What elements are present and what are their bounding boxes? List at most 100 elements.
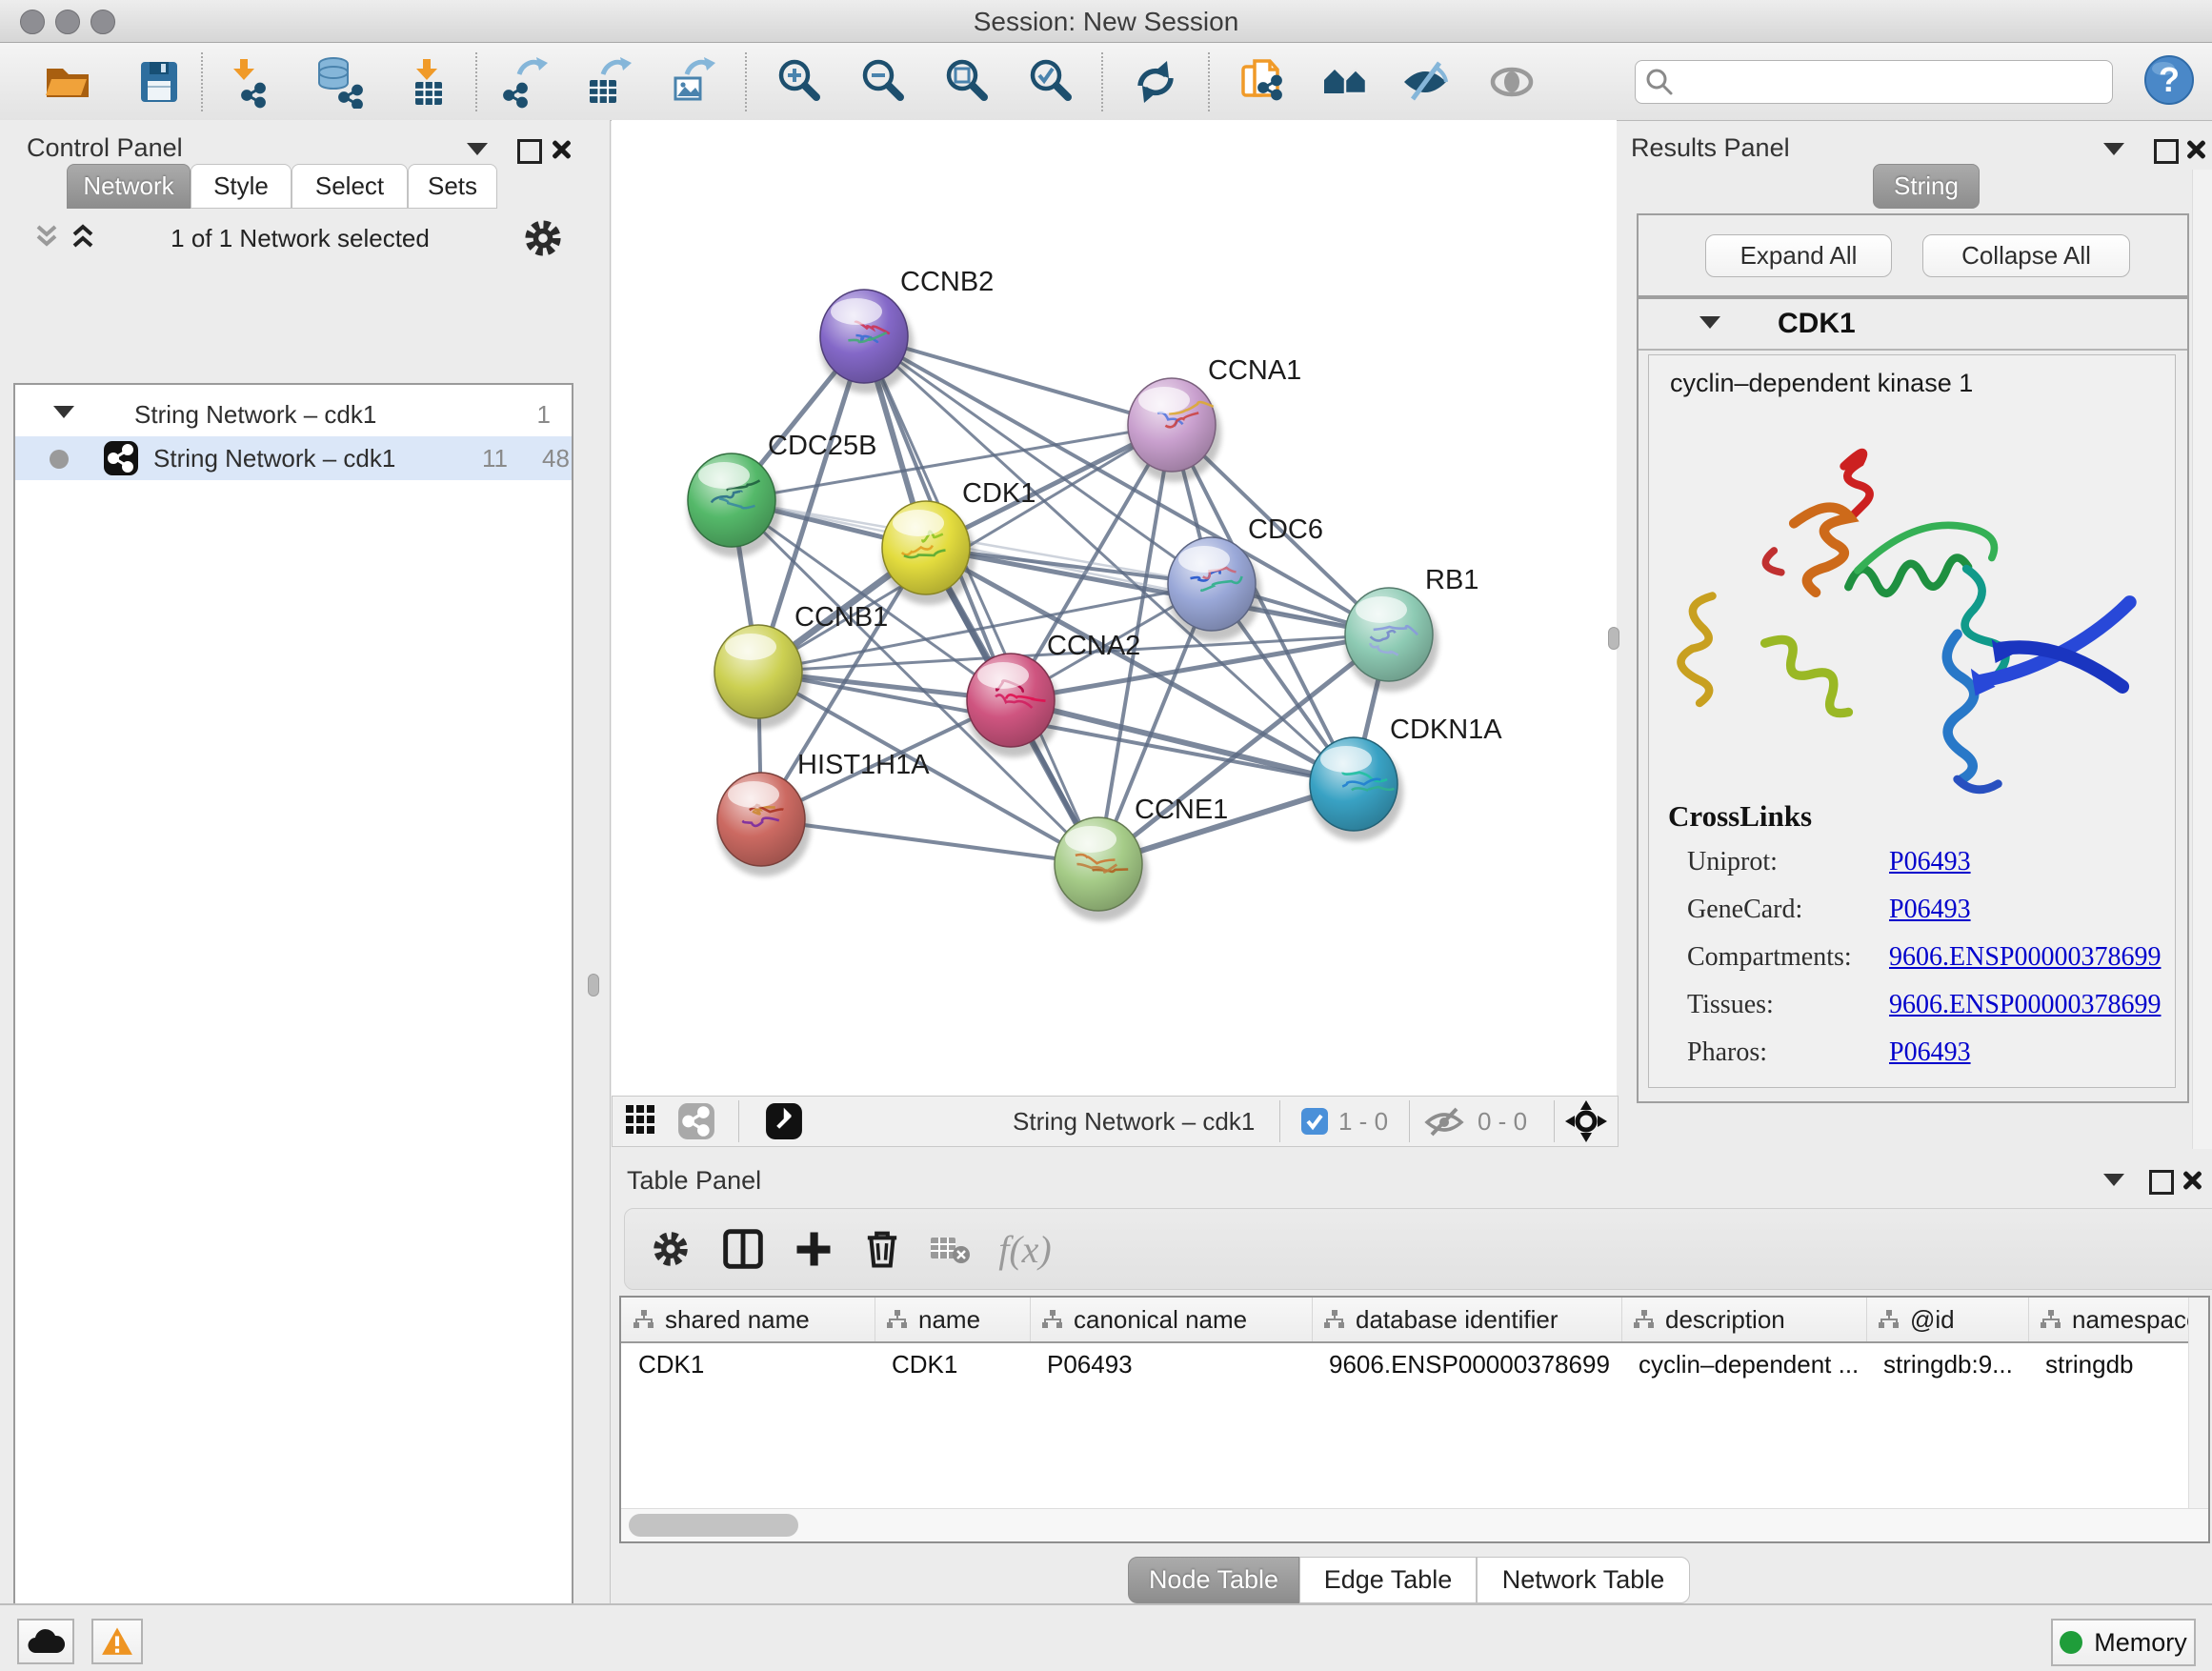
table-panel-menu-icon[interactable] xyxy=(2103,1174,2124,1191)
delete-table-icon[interactable] xyxy=(922,1222,979,1276)
column-header-canonical-name[interactable]: canonical name xyxy=(1030,1298,1313,1341)
search-input[interactable] xyxy=(1679,65,2102,99)
add-column-icon[interactable] xyxy=(785,1222,842,1276)
function-builder-icon[interactable]: f(x) xyxy=(996,1222,1054,1276)
tab-sets[interactable]: Sets xyxy=(408,164,497,209)
first-neighbors-icon[interactable] xyxy=(1318,54,1374,110)
crosslink-value[interactable]: P06493 xyxy=(1889,847,1971,877)
import-network-from-file-icon[interactable] xyxy=(220,54,275,110)
network-node-CDC25B[interactable] xyxy=(688,453,781,557)
tab-node-table[interactable]: Node Table xyxy=(1128,1557,1299,1603)
gene-section-header[interactable]: CDK1 xyxy=(1639,299,2187,351)
expand-all-icon[interactable] xyxy=(69,223,97,253)
export-image-icon[interactable] xyxy=(667,54,722,110)
zoom-fit-content-icon[interactable] xyxy=(941,54,996,110)
toolbar-search xyxy=(1635,60,2113,104)
zoom-in-icon[interactable] xyxy=(774,54,829,110)
crosslink-label: Compartments: xyxy=(1687,942,1889,973)
apply-preferred-layout-icon[interactable] xyxy=(1128,54,1183,110)
column-header-namespace[interactable]: namespace xyxy=(2028,1298,2210,1341)
hide-selected-icon[interactable] xyxy=(1398,54,1454,110)
collapse-all-button[interactable]: Collapse All xyxy=(1922,234,2130,277)
main-toolbar: ? xyxy=(0,43,2212,121)
network-edge xyxy=(761,819,1098,864)
column-header-shared-name[interactable]: shared name xyxy=(621,1298,875,1341)
network-node-CDKN1A[interactable] xyxy=(1310,737,1403,841)
tab-edge-table[interactable]: Edge Table xyxy=(1299,1557,1477,1603)
expand-all-button[interactable]: Expand All xyxy=(1705,234,1892,277)
control-panel-float-icon[interactable] xyxy=(517,139,542,169)
control-panel-menu-icon[interactable] xyxy=(467,143,488,160)
vertical-splitter-handle[interactable] xyxy=(588,974,599,997)
tab-string[interactable]: String xyxy=(1873,164,1980,209)
cloud-button[interactable] xyxy=(17,1619,74,1664)
column-header-description[interactable]: description xyxy=(1621,1298,1867,1341)
save-session-icon[interactable] xyxy=(131,54,187,110)
tab-network-table[interactable]: Network Table xyxy=(1477,1557,1690,1603)
control-panel-close-icon[interactable] xyxy=(551,139,572,165)
zoom-out-icon[interactable] xyxy=(857,54,913,110)
tree-row-collection[interactable]: String Network – cdk1 1 xyxy=(15,393,572,436)
app-window: Session: New Session xyxy=(0,0,2212,1671)
table-hscrollbar[interactable] xyxy=(621,1508,2208,1541)
crosslink-value[interactable]: 9606.ENSP00000378699 xyxy=(1889,990,2161,1020)
selected-checkbox-icon[interactable] xyxy=(1300,1107,1329,1136)
tab-style[interactable]: Style xyxy=(191,164,292,209)
network-node-HIST1H1A[interactable] xyxy=(717,773,811,876)
import-network-from-database-icon[interactable] xyxy=(312,54,367,110)
open-in-window-icon[interactable] xyxy=(765,1102,803,1140)
fit-selected-crosshair-icon[interactable] xyxy=(1563,1098,1609,1144)
collapse-section-icon[interactable] xyxy=(1699,316,1720,329)
results-panel-close-icon[interactable] xyxy=(2185,139,2206,165)
help-button[interactable]: ? xyxy=(2142,52,2197,108)
crosslink-row: Pharos: P06493 xyxy=(1687,1037,2163,1068)
results-panel-menu-icon[interactable] xyxy=(2103,143,2124,160)
table-panel-float-icon[interactable] xyxy=(2149,1170,2174,1199)
network-node-CCNB1[interactable] xyxy=(714,625,808,729)
network-share-icon[interactable] xyxy=(677,1102,715,1140)
export-table-icon[interactable] xyxy=(583,54,638,110)
network-node-CCNA1[interactable] xyxy=(1128,378,1221,482)
table-panel: Table Panel xyxy=(612,1149,2212,1616)
export-network-icon[interactable] xyxy=(499,54,554,110)
network-node-count: 11 xyxy=(482,444,508,473)
network-node-CCNB2[interactable] xyxy=(820,290,914,393)
gene-section: CDK1 cyclin–dependent kinase 1 xyxy=(1637,297,2189,1103)
results-panel-float-icon[interactable] xyxy=(2154,139,2179,169)
network-node-RB1[interactable] xyxy=(1345,588,1438,692)
tab-select[interactable]: Select xyxy=(292,164,408,209)
show-columns-icon[interactable] xyxy=(714,1222,772,1276)
tab-network[interactable]: Network xyxy=(67,164,191,209)
gene-detail-card: cyclin–dependent kinase 1 xyxy=(1648,354,2176,1088)
column-header-name[interactable]: name xyxy=(875,1298,1031,1341)
import-table-from-file-icon[interactable] xyxy=(403,54,458,110)
warning-button[interactable] xyxy=(91,1619,143,1664)
table-gear-icon[interactable] xyxy=(642,1222,699,1276)
delete-column-icon[interactable] xyxy=(854,1222,911,1276)
show-all-icon[interactable] xyxy=(1486,54,1541,110)
network-node-CCNA2[interactable] xyxy=(967,654,1060,757)
table-vscrollbar[interactable] xyxy=(2188,1298,2208,1541)
zoom-selected-icon[interactable] xyxy=(1025,54,1080,110)
collapse-all-icon[interactable] xyxy=(32,223,61,253)
network-canvas[interactable]: CCNB2 CCNA1 CDC25B CDK1 CDC6 RB1 CCNB1 C… xyxy=(612,120,1617,1096)
crosslink-value[interactable]: 9606.ENSP00000378699 xyxy=(1889,942,2161,973)
gene-description: cyclin–dependent kinase 1 xyxy=(1670,369,1973,398)
tree-row-network[interactable]: String Network – cdk1 11 48 xyxy=(15,436,572,480)
memory-button[interactable]: Memory xyxy=(2051,1619,2196,1666)
new-network-from-selection-icon[interactable] xyxy=(1237,54,1292,110)
tree-expand-icon[interactable] xyxy=(53,406,74,418)
column-header--id[interactable]: @id xyxy=(1866,1298,2029,1341)
column-header-database-identifier[interactable]: database identifier xyxy=(1312,1298,1622,1341)
toolbar-separator xyxy=(738,1100,739,1142)
crosslink-value[interactable]: P06493 xyxy=(1889,895,1971,925)
gear-icon[interactable] xyxy=(522,217,564,259)
birds-eye-view-icon[interactable] xyxy=(624,1102,666,1140)
network-results-splitter-handle[interactable] xyxy=(1608,627,1619,650)
network-node-CDK1[interactable] xyxy=(882,501,975,605)
crosslink-value[interactable]: P06493 xyxy=(1889,1037,1971,1068)
control-panel: Control Panel NetworkStyleSelectSets 1 o… xyxy=(0,120,611,1603)
table-panel-close-icon[interactable] xyxy=(2182,1170,2202,1196)
open-session-icon[interactable] xyxy=(40,54,95,110)
results-scrollbar[interactable] xyxy=(2192,170,2212,1149)
